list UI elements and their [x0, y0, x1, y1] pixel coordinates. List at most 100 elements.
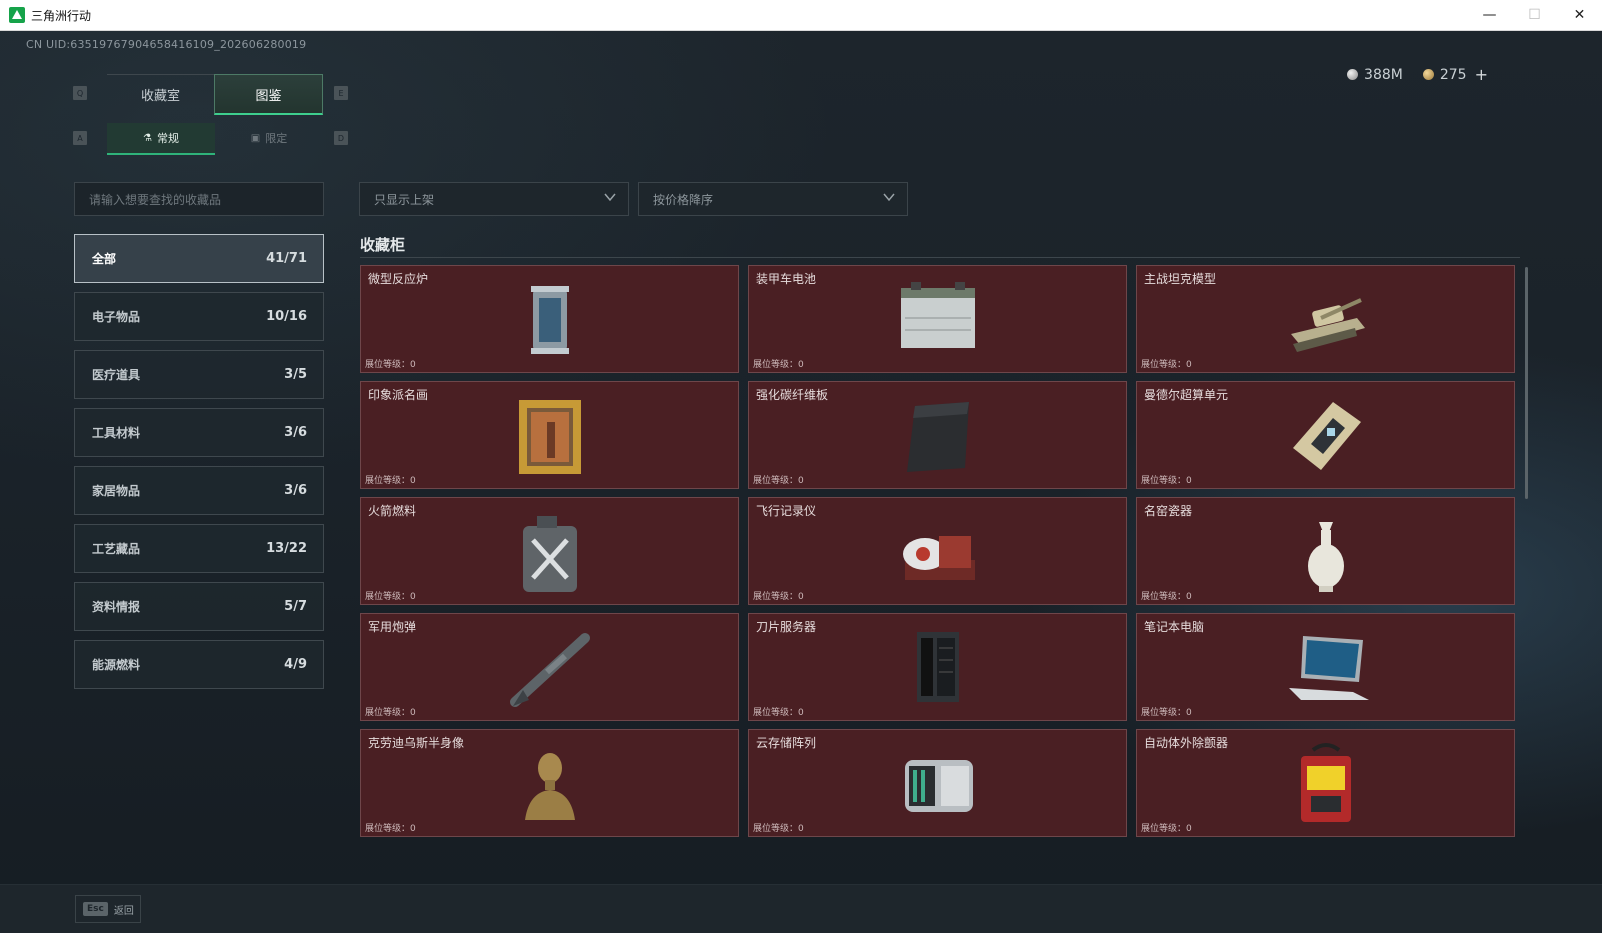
collection-card[interactable]: 笔记本电脑 展位等级：0	[1136, 613, 1515, 721]
key-hint-q: Q	[73, 86, 87, 100]
tab-collection-room[interactable]: 收藏室	[107, 74, 214, 113]
booth-level-label: 展位等级：	[1141, 360, 1187, 370]
booth-level: 展位等级：0	[365, 821, 416, 834]
painting-icon	[518, 400, 581, 474]
category-label: 家居物品	[92, 484, 141, 498]
back-button[interactable]: Esc 返回	[75, 895, 141, 923]
booth-level-value: 0	[410, 360, 416, 370]
category-count: 3/6	[284, 483, 307, 498]
category-count: 5/7	[284, 599, 307, 614]
collection-card[interactable]: 自动体外除颤器 展位等级：0	[1136, 729, 1515, 837]
currency-gold: 275 +	[1422, 65, 1488, 84]
category-tools[interactable]: 工具材料 3/6	[74, 408, 324, 457]
close-button[interactable]: ✕	[1557, 0, 1602, 30]
back-label: 返回	[113, 905, 134, 917]
currency-silver: 388M	[1347, 67, 1403, 83]
booth-level: 展位等级：0	[365, 357, 416, 370]
booth-level-value: 0	[798, 708, 804, 718]
category-electronics[interactable]: 电子物品 10/16	[74, 292, 324, 341]
category-all[interactable]: 全部 41/71	[74, 234, 324, 283]
shelf-filter-dropdown[interactable]: 只显示上架	[359, 182, 629, 216]
sub-tabs: ⚗ 常规 ▣ 限定	[107, 123, 323, 155]
booth-level: 展位等级：0	[753, 473, 804, 486]
item-name: 名窑瓷器	[1144, 504, 1193, 518]
collection-card[interactable]: 微型反应炉 展位等级：0	[360, 265, 739, 373]
silver-amount: 388M	[1364, 66, 1403, 83]
server-icon	[916, 632, 959, 702]
collection-card[interactable]: 克劳迪乌斯半身像 展位等级：0	[360, 729, 739, 837]
chip-icon	[1292, 402, 1361, 470]
collection-card[interactable]: 刀片服务器展位等级：0	[748, 613, 1127, 721]
category-crafts[interactable]: 工艺藏品 13/22	[74, 524, 324, 573]
maximize-button[interactable]: ☐	[1512, 0, 1557, 30]
storage-array-icon	[904, 760, 973, 812]
collection-card[interactable]: 火箭燃料 展位等级：0	[360, 497, 739, 605]
collection-card[interactable]: 装甲车电池 展位等级：0	[748, 265, 1127, 373]
subtab-regular-label: 常规	[156, 132, 179, 145]
sort-dropdown[interactable]: 按价格降序	[638, 182, 908, 216]
collection-card[interactable]: 印象派名画展位等级：0	[360, 381, 739, 489]
booth-level-label: 展位等级：	[365, 824, 411, 834]
window-title: 三角洲行动	[31, 8, 92, 23]
grid-scrollbar[interactable]	[1525, 267, 1528, 499]
carbon-plate-icon	[906, 402, 969, 472]
category-household[interactable]: 家居物品 3/6	[74, 466, 324, 515]
booth-level: 展位等级：0	[1141, 821, 1192, 834]
collection-card[interactable]: 强化碳纤维板 展位等级：0	[748, 381, 1127, 489]
section-title: 收藏柜	[360, 236, 406, 254]
booth-level: 展位等级：0	[753, 705, 804, 718]
tab-catalog[interactable]: 图鉴	[214, 74, 323, 115]
booth-level-label: 展位等级：	[753, 592, 799, 602]
item-name: 刀片服务器	[756, 620, 817, 634]
minimize-button[interactable]: —	[1467, 0, 1512, 30]
booth-level-label: 展位等级：	[753, 360, 799, 370]
key-hint-d: D	[334, 131, 348, 145]
category-medical[interactable]: 医疗道具 3/5	[74, 350, 324, 399]
esc-key-hint: Esc	[83, 902, 108, 916]
category-count: 13/22	[266, 541, 307, 556]
collection-card[interactable]: 飞行记录仪 展位等级：0	[748, 497, 1127, 605]
booth-level-value: 0	[798, 592, 804, 602]
booth-level: 展位等级：0	[1141, 589, 1192, 602]
booth-level: 展位等级：0	[753, 821, 804, 834]
item-name: 主战坦克模型	[1144, 272, 1217, 286]
category-intel[interactable]: 资料情报 5/7	[74, 582, 324, 631]
subtab-limited[interactable]: ▣ 限定	[215, 123, 323, 153]
search-input[interactable]: 请输入想要查找的收藏品	[74, 182, 324, 216]
booth-level: 展位等级：0	[365, 473, 416, 486]
booth-level-label: 展位等级：	[365, 708, 411, 718]
category-label: 电子物品	[92, 310, 141, 324]
category-count: 10/16	[266, 309, 307, 324]
subtab-limited-label: 限定	[265, 132, 288, 145]
booth-level: 展位等级：0	[753, 589, 804, 602]
collection-card[interactable]: 名窑瓷器展位等级：0	[1136, 497, 1515, 605]
add-currency-button[interactable]: +	[1475, 65, 1488, 84]
booth-level-value: 0	[410, 592, 416, 602]
category-label: 医疗道具	[92, 368, 141, 382]
booth-level-value: 0	[798, 476, 804, 486]
booth-level: 展位等级：0	[1141, 357, 1192, 370]
booth-level: 展位等级：0	[753, 357, 804, 370]
collection-card[interactable]: 曼德尔超算单元 展位等级：0	[1136, 381, 1515, 489]
gold-coin-icon	[1422, 69, 1434, 80]
chevron-down-icon	[883, 193, 895, 202]
booth-level-value: 0	[798, 824, 804, 834]
booth-level-label: 展位等级：	[1141, 592, 1187, 602]
collection-card[interactable]: 主战坦克模型 展位等级：0	[1136, 265, 1515, 373]
category-label: 全部	[92, 252, 117, 266]
main-tabs: 收藏室 图鉴	[107, 74, 323, 115]
subtab-regular[interactable]: ⚗ 常规	[107, 123, 215, 155]
booth-level: 展位等级：0	[1141, 473, 1192, 486]
app-logo-icon	[9, 7, 25, 23]
collection-card[interactable]: 云存储阵列 展位等级：0	[748, 729, 1127, 837]
category-label: 资料情报	[92, 600, 141, 614]
collection-grid-viewport: 微型反应炉 展位等级：0 装甲车电池 展位等级：0 主战坦克模型 展位等级：0 印象派名画展…	[360, 265, 1520, 861]
booth-level: 展位等级：0	[1141, 705, 1192, 718]
player-uid: CN UID:6351976790465841​6109_20260628001…	[26, 38, 307, 51]
shelf-filter-value: 只显示上架	[374, 192, 435, 207]
window-controls: — ☐ ✕	[1467, 0, 1602, 30]
item-name: 印象派名画	[368, 388, 429, 402]
category-label: 工艺藏品	[92, 542, 141, 556]
category-energy[interactable]: 能源燃料 4/9	[74, 640, 324, 689]
collection-card[interactable]: 军用炮弹 展位等级：0	[360, 613, 739, 721]
